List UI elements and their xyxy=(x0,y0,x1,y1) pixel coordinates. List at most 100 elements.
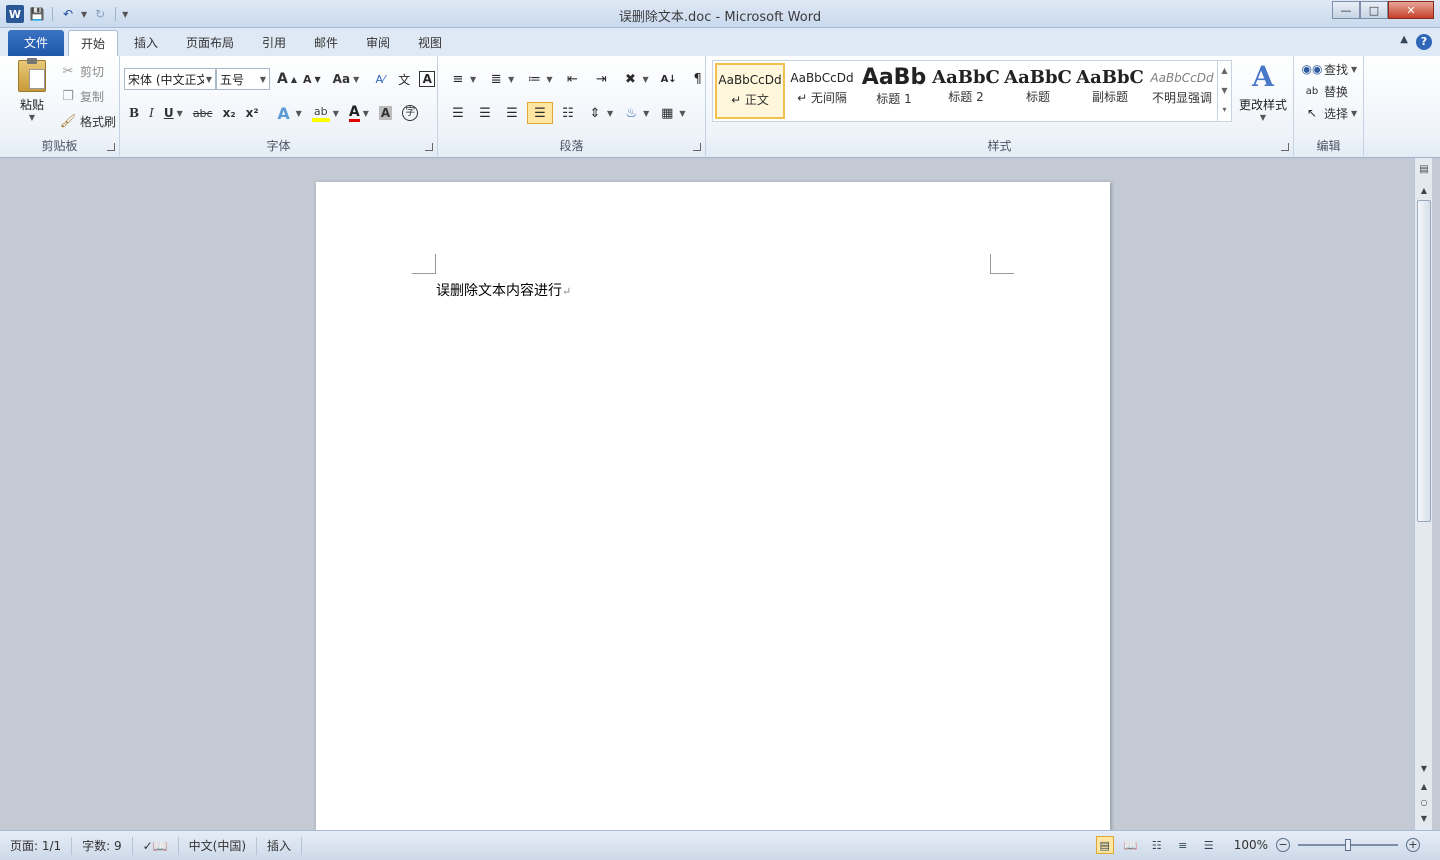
font-size-select[interactable]: 五号 ▼ xyxy=(216,68,270,90)
line-spacing-button[interactable]: ⇕ ▼ xyxy=(583,102,616,124)
scroll-up-icon[interactable]: ▲ xyxy=(1415,186,1433,195)
font-color-button[interactable]: A ▼ xyxy=(346,102,372,124)
change-case-button[interactable]: Aa ▼ xyxy=(330,68,363,90)
align-right-button[interactable]: ☰ xyxy=(500,102,524,124)
decrease-indent-button[interactable]: ⇤ xyxy=(560,68,584,90)
text-effects-button[interactable]: A ▼ xyxy=(272,102,305,124)
subscript-button[interactable]: x₂ xyxy=(220,102,239,124)
style-heading-2[interactable]: AaBbC 标题 2 xyxy=(931,63,1001,119)
chinese-layout-button[interactable]: ✖ ▼ xyxy=(618,68,651,90)
borders-button[interactable]: ▦ ▼ xyxy=(655,102,688,124)
multilevel-list-button[interactable]: ≔ ▼ xyxy=(522,68,555,90)
cut-button[interactable]: ✂ 剪切 xyxy=(56,60,107,82)
zoom-level[interactable]: 100% xyxy=(1234,838,1268,852)
strikethrough-button[interactable]: abc xyxy=(190,102,216,124)
character-shading-button[interactable]: A xyxy=(376,102,395,124)
format-painter-button[interactable]: 🖌 格式刷 xyxy=(56,110,119,132)
tab-home[interactable]: 开始 xyxy=(68,30,119,56)
find-button[interactable]: ◉◉ 查找 ▼ xyxy=(1300,58,1360,80)
ruler-toggle-icon[interactable]: ▤ xyxy=(1415,164,1433,175)
document-text[interactable]: 误删除文本内容进行↵ xyxy=(436,280,571,300)
tab-insert[interactable]: 插入 xyxy=(122,30,170,56)
italic-button[interactable]: I xyxy=(146,102,157,124)
tab-review[interactable]: 审阅 xyxy=(354,30,402,56)
align-left-button[interactable]: ☰ xyxy=(446,102,470,124)
paragraph-launcher-icon[interactable] xyxy=(693,143,701,151)
scroll-down-icon[interactable]: ▼ xyxy=(1415,764,1433,773)
phonetic-guide-button[interactable]: 文 xyxy=(392,68,416,90)
character-border-button[interactable]: A xyxy=(416,68,438,90)
highlighter-icon: ab xyxy=(311,104,330,122)
underline-button[interactable]: U ▼ xyxy=(161,102,186,124)
page-count[interactable]: 页面: 1/1 xyxy=(0,836,73,855)
style-subtitle[interactable]: AaBbC 副标题 xyxy=(1075,63,1145,119)
close-button[interactable]: ✕ xyxy=(1388,1,1434,19)
insert-mode-status[interactable]: 插入 xyxy=(257,836,303,855)
numbering-button[interactable]: ≣ ▼ xyxy=(484,68,517,90)
shading-button[interactable]: ♨ ▼ xyxy=(619,102,652,124)
zoom-in-icon[interactable]: + xyxy=(1406,838,1420,852)
style-normal[interactable]: AaBbCcDd ↵ 正文 xyxy=(715,63,785,119)
gallery-scroll[interactable]: ▲ ▼ ▾ xyxy=(1217,61,1231,121)
paintbrush-icon: 🖌 xyxy=(59,113,77,129)
clipboard-launcher-icon[interactable] xyxy=(107,143,115,151)
help-icon[interactable]: ? xyxy=(1416,34,1432,50)
tab-page-layout[interactable]: 页面布局 xyxy=(174,30,246,56)
outline-view-icon[interactable]: ≡ xyxy=(1174,836,1192,854)
select-button[interactable]: ↖ 选择 ▼ xyxy=(1300,102,1360,124)
gallery-down-icon[interactable]: ▼ xyxy=(1218,81,1231,101)
full-screen-reading-icon[interactable]: 📖 xyxy=(1122,836,1140,854)
document-page[interactable]: 误删除文本内容进行↵ xyxy=(316,182,1110,830)
print-layout-view-icon[interactable]: ▤ xyxy=(1095,836,1114,854)
style-title[interactable]: AaBbC 标题 xyxy=(1003,63,1073,119)
draft-view-icon[interactable]: ☰ xyxy=(1200,836,1218,854)
maximize-button[interactable]: □ xyxy=(1360,1,1388,19)
justify-button[interactable]: ☰ xyxy=(527,102,553,124)
minimize-ribbon-icon[interactable]: ▲ xyxy=(1400,34,1408,50)
superscript-button[interactable]: x² xyxy=(243,102,262,124)
browse-object-icon[interactable]: ○ xyxy=(1415,798,1433,807)
paste-label: 粘贴 xyxy=(19,98,44,112)
scroll-thumb[interactable] xyxy=(1417,200,1431,522)
distributed-button[interactable]: ☷ xyxy=(556,102,580,124)
tab-mailings[interactable]: 邮件 xyxy=(302,30,350,56)
sort-button[interactable]: A↓ xyxy=(657,68,681,90)
replace-button[interactable]: ab 替换 xyxy=(1300,80,1351,102)
font-name-select[interactable]: 宋体 (中文正文 ▼ xyxy=(124,68,216,90)
zoom-slider-thumb[interactable] xyxy=(1345,839,1351,851)
grow-font-button[interactable]: A ▲ xyxy=(274,68,300,90)
copy-button[interactable]: ❐ 复制 xyxy=(56,85,107,107)
zoom-out-icon[interactable]: − xyxy=(1276,838,1290,852)
align-center-button[interactable]: ☰ xyxy=(473,102,497,124)
numbered-list-icon: ≣ xyxy=(490,71,502,87)
increase-indent-button[interactable]: ⇥ xyxy=(589,68,613,90)
style-no-spacing[interactable]: AaBbCcDd ↵ 无间隔 xyxy=(787,63,857,119)
styles-launcher-icon[interactable] xyxy=(1281,143,1289,151)
style-subtle-emphasis[interactable]: AaBbCcDd 不明显强调 xyxy=(1147,63,1217,119)
zoom-slider[interactable] xyxy=(1298,836,1398,854)
web-layout-icon[interactable]: ☷ xyxy=(1148,836,1166,854)
vertical-scrollbar[interactable]: ▤ ▲ ▼ ▲ ○ ▼ xyxy=(1414,158,1432,830)
proofing-icon[interactable]: ✓📖 xyxy=(133,836,179,855)
clear-formatting-button[interactable]: A⁄ xyxy=(368,68,392,90)
next-page-icon[interactable]: ▼ xyxy=(1415,814,1433,823)
minimize-button[interactable]: — xyxy=(1332,1,1360,19)
bold-button[interactable]: B xyxy=(126,102,142,124)
tab-view[interactable]: 视图 xyxy=(406,30,454,56)
language-status[interactable]: 中文(中国) xyxy=(179,836,258,855)
highlight-button[interactable]: ab ▼ xyxy=(309,102,342,124)
gallery-up-icon[interactable]: ▲ xyxy=(1218,61,1231,81)
bullets-button[interactable]: ≡ ▼ xyxy=(446,68,479,90)
style-heading-1[interactable]: AaBb 标题 1 xyxy=(859,63,929,119)
change-styles-button[interactable]: A 更改样式 ▼ xyxy=(1236,62,1290,123)
tab-references[interactable]: 引用 xyxy=(250,30,298,56)
paste-button[interactable]: 粘贴 ▼ xyxy=(14,58,50,122)
previous-page-icon[interactable]: ▲ xyxy=(1415,782,1433,791)
enclose-characters-button[interactable]: 字 xyxy=(399,102,421,124)
word-count[interactable]: 字数: 9 xyxy=(72,836,133,855)
font-launcher-icon[interactable] xyxy=(425,143,433,151)
shrink-font-button[interactable]: A ▼ xyxy=(300,68,324,90)
paste-dropdown-icon[interactable]: ▼ xyxy=(14,113,50,122)
gallery-more-icon[interactable]: ▾ xyxy=(1218,101,1231,119)
tab-file[interactable]: 文件 xyxy=(8,30,64,56)
